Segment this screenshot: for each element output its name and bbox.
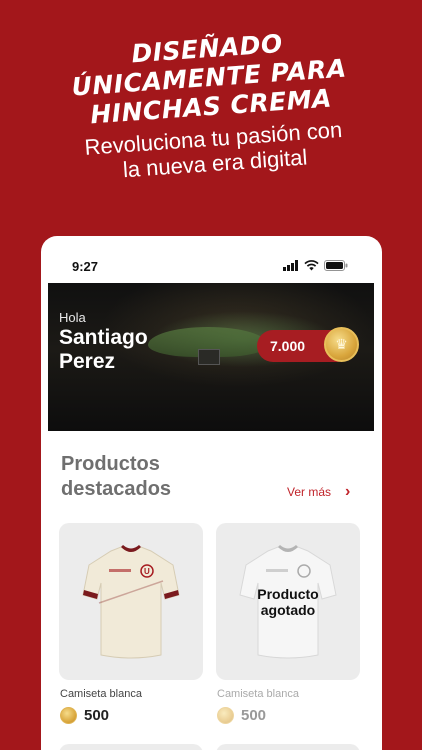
coin-icon <box>217 707 234 724</box>
phone-screen: 9:27 Hola Santiago Perez 7.000 ♛ Product… <box>41 236 382 750</box>
wifi-icon <box>304 260 319 271</box>
product-price: 500 <box>217 707 266 724</box>
signal-icon <box>283 260 298 271</box>
greeting: Hola <box>59 310 86 325</box>
see-more-link[interactable]: Ver más › <box>287 483 350 501</box>
jersey-image: U <box>82 545 180 659</box>
product-name: Camiseta blanca <box>60 688 142 700</box>
sold-out-line-1: Producto <box>257 586 319 602</box>
sold-out-line-2: agotado <box>260 602 316 618</box>
section-title-line-1: Productos <box>61 453 160 475</box>
product-card-partial[interactable] <box>59 744 203 750</box>
product-name: Camiseta blanca <box>217 688 299 700</box>
see-more-label: Ver más <box>287 485 332 499</box>
product-price-value: 500 <box>241 707 267 724</box>
stadium-stand-image <box>198 349 220 365</box>
points-value: 7.000 <box>270 338 306 354</box>
product-card[interactable]: U <box>59 523 203 680</box>
status-time: 9:27 <box>72 259 99 274</box>
crown-coin-icon: ♛ <box>324 327 359 362</box>
promo-headline: DISEÑADO ÚNICAMENTE PARA HINCHAS CREMA R… <box>0 19 422 190</box>
product-card-partial[interactable] <box>216 744 360 750</box>
status-bar: 9:27 <box>41 236 382 282</box>
user-last-name: Perez <box>59 350 116 373</box>
sold-out-label: Producto agotado <box>216 586 360 618</box>
section-title-line-2: destacados <box>61 478 172 500</box>
section-title: Productos destacados <box>61 452 171 502</box>
user-name: Santiago Perez <box>59 326 148 374</box>
product-price-value: 500 <box>84 707 110 724</box>
product-card-sold-out[interactable]: Producto agotado <box>216 523 360 680</box>
user-first-name: Santiago <box>59 326 148 349</box>
product-price: 500 <box>60 707 109 724</box>
battery-icon <box>324 260 348 271</box>
coin-icon <box>60 707 77 724</box>
welcome-banner: Hola Santiago Perez 7.000 ♛ <box>48 283 374 431</box>
svg-text:U: U <box>144 567 150 576</box>
chevron-right-icon: › <box>345 483 351 500</box>
